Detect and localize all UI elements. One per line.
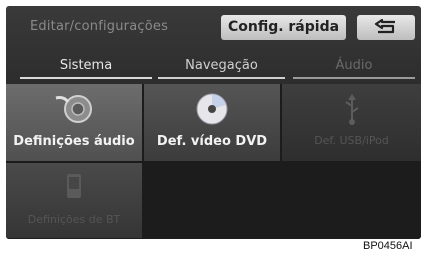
speaker-icon: [55, 95, 92, 123]
tab-sistema[interactable]: Sistema: [16, 55, 156, 79]
disc-icon: [196, 93, 228, 125]
usb-ipod-settings-label: Def. USB/iPod: [314, 134, 389, 147]
bt-settings-label: Definições de BT: [27, 213, 121, 226]
dvd-video-settings-label: Def. vídeo DVD: [156, 134, 268, 149]
tab-underline: [158, 77, 285, 79]
phone-icon: [67, 174, 81, 198]
back-arrow-icon: [374, 19, 395, 34]
tab-label: Áudio: [335, 58, 373, 73]
audio-settings-button[interactable]: Definições áudio: [6, 84, 142, 161]
dvd-video-settings-button[interactable]: Def. vídeo DVD: [144, 84, 280, 161]
usb-icon: [344, 94, 359, 125]
tab-label: Sistema: [59, 58, 113, 73]
tab-audio: Áudio: [289, 55, 419, 79]
quick-config-button[interactable]: Config. rápida: [221, 15, 346, 40]
usb-ipod-settings-button: Def. USB/iPod: [282, 84, 421, 161]
figure-code: BP0456AI: [363, 240, 413, 252]
tab-underline: [20, 77, 152, 79]
settings-screen: Editar/configurações Config. rápida Sist…: [6, 6, 421, 239]
bt-settings-button: Definições de BT: [6, 163, 142, 238]
tab-navegacao[interactable]: Navegação: [154, 55, 289, 79]
tab-underline: [293, 77, 415, 79]
audio-settings-label: Definições áudio: [13, 134, 135, 149]
back-button[interactable]: [357, 15, 415, 40]
tab-label: Navegação: [185, 58, 258, 73]
page-title: Editar/configurações: [30, 19, 169, 34]
settings-grid: Definições áudio Def. vídeo DVD Def. USB…: [6, 84, 421, 239]
